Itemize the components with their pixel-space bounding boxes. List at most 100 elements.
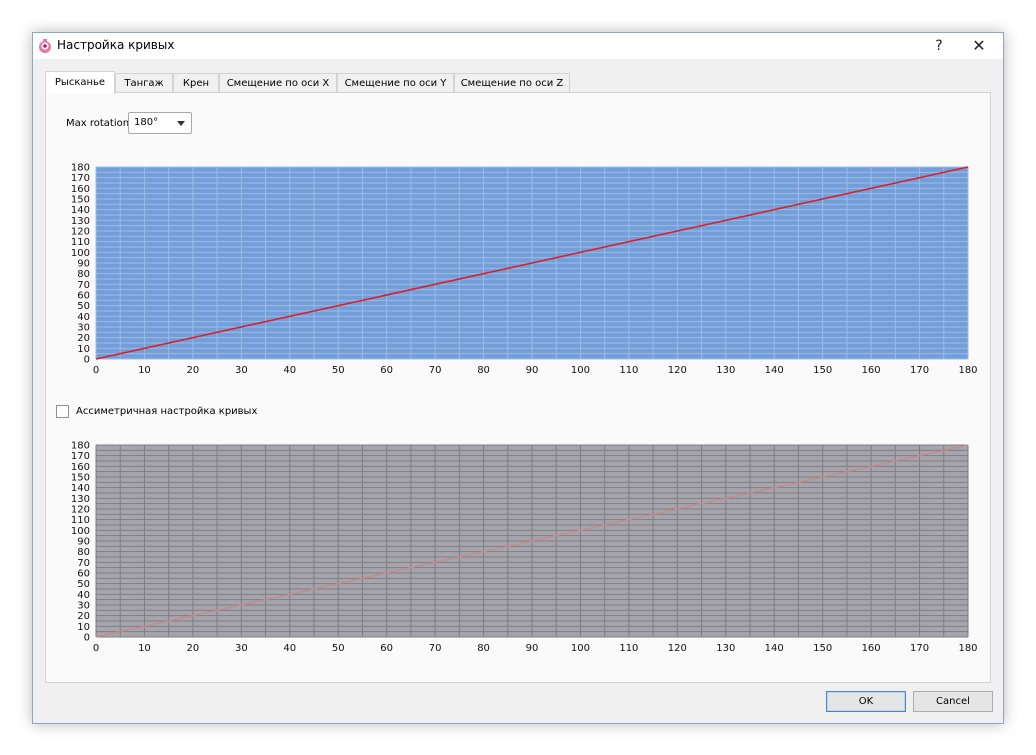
y-tick-label: 60 [77,569,90,580]
y-tick-label: 70 [77,558,90,569]
x-tick-label: 10 [138,365,151,376]
x-tick-label: 100 [571,643,590,654]
x-tick-label: 140 [765,365,784,376]
x-tick-label: 150 [813,643,832,654]
y-tick-label: 150 [71,195,90,206]
x-tick-label: 90 [526,643,539,654]
tab-roll[interactable]: Крен [173,73,219,92]
y-tick-label: 40 [77,312,90,323]
x-tick-label: 70 [429,365,442,376]
x-tick-label: 10 [138,643,151,654]
y-tick-label: 120 [71,505,90,516]
y-tick-label: 80 [77,547,90,558]
y-tick-label: 120 [71,227,90,238]
y-tick-label: 110 [71,237,90,248]
response-curve-chart[interactable]: 0 10 20 30 40 50 60 70 80 90 100 110 120 130 140 150 160… [52,163,982,388]
x-tick-label: 130 [716,365,735,376]
y-tick-label: 50 [77,579,90,590]
asymmetric-checkbox[interactable] [56,405,69,418]
x-tick-label: 70 [429,643,442,654]
help-button[interactable]: ? [925,36,953,56]
x-tick-label: 140 [765,643,784,654]
y-tick-label: 170 [71,451,90,462]
x-tick-label: 170 [910,643,929,654]
tab-offset-z[interactable]: Смещение по оси Z [454,73,570,92]
y-tick-label: 100 [71,526,90,537]
tab-panel-yaw: Max rotation 180° 0 10 20 30 40 50 60 70 80 90 100… [45,92,991,683]
x-tick-label: 50 [332,643,345,654]
x-tick-label: 60 [380,365,393,376]
asymmetric-label: Ассиметричная настройка кривых [76,406,258,417]
x-tick-label: 130 [716,643,735,654]
y-tick-label: 130 [71,216,90,227]
y-tick-label: 90 [77,259,90,270]
x-tick-label: 0 [93,365,99,376]
x-tick-label: 110 [619,365,638,376]
tab-offset-x[interactable]: Смещение по оси X [219,73,337,92]
title-bar: Настройка кривых ? ✕ [33,33,1003,59]
chevron-down-icon [177,121,185,126]
y-tick-label: 20 [77,333,90,344]
y-tick-label: 100 [71,248,90,259]
x-tick-label: 20 [187,365,200,376]
x-tick-label: 50 [332,365,345,376]
y-tick-label: 30 [77,601,90,612]
ok-button[interactable]: OK [826,691,906,712]
x-tick-label: 30 [235,643,248,654]
y-tick-label: 60 [77,291,90,302]
y-tick-label: 90 [77,537,90,548]
max-rotation-value: 180° [134,117,159,128]
y-tick-label: 160 [71,184,90,195]
y-tick-label: 70 [77,280,90,291]
max-rotation-select[interactable]: 180° [128,112,192,134]
x-tick-label: 120 [668,365,687,376]
x-tick-label: 160 [862,643,881,654]
curves-settings-dialog: Настройка кривых ? ✕ Рысканье Тангаж Кре… [32,32,1004,724]
y-tick-label: 50 [77,301,90,312]
window-title: Настройка кривых [57,38,175,52]
x-tick-label: 90 [526,365,539,376]
y-tick-label: 150 [71,473,90,484]
cancel-button[interactable]: Cancel [913,691,993,712]
x-tick-label: 150 [813,365,832,376]
y-tick-label: 130 [71,494,90,505]
y-tick-label: 40 [77,590,90,601]
y-tick-label: 0 [84,633,90,644]
tab-offset-y[interactable]: Смещение по оси Y [337,73,454,92]
x-tick-label: 60 [380,643,393,654]
x-tick-label: 110 [619,643,638,654]
y-tick-label: 160 [71,462,90,473]
tab-yaw[interactable]: Рысканье [45,71,115,94]
y-tick-label: 10 [77,622,90,633]
y-tick-label: 180 [71,163,90,174]
x-tick-label: 0 [93,643,99,654]
y-tick-label: 20 [77,611,90,622]
x-tick-label: 20 [187,643,200,654]
y-tick-label: 170 [71,173,90,184]
close-button[interactable]: ✕ [961,33,997,59]
asymmetric-curve-chart: 0 10 20 30 40 50 60 70 80 90 100 110 120 130 140 150 160… [52,441,982,666]
x-tick-label: 120 [668,643,687,654]
y-tick-label: 140 [71,205,90,216]
x-tick-label: 180 [958,643,977,654]
tab-pitch[interactable]: Тангаж [115,73,173,92]
y-tick-label: 110 [71,515,90,526]
y-tick-label: 30 [77,323,90,334]
x-tick-label: 180 [958,365,977,376]
x-tick-label: 80 [477,643,490,654]
max-rotation-label: Max rotation [66,118,130,129]
x-tick-label: 80 [477,365,490,376]
y-tick-label: 80 [77,269,90,280]
asymmetric-curve-plot: 0102030405060708090100110120130140150160… [71,441,978,654]
x-tick-label: 40 [283,365,296,376]
x-tick-label: 100 [571,365,590,376]
x-tick-label: 40 [283,643,296,654]
x-tick-label: 170 [910,365,929,376]
x-tick-label: 30 [235,365,248,376]
app-icon [39,39,51,53]
x-tick-label: 160 [862,365,881,376]
y-tick-label: 140 [71,483,90,494]
response-curve-plot[interactable]: 0102030405060708090100110120130140150160… [52,163,982,388]
y-tick-label: 0 [84,355,90,366]
y-tick-label: 180 [71,441,90,452]
